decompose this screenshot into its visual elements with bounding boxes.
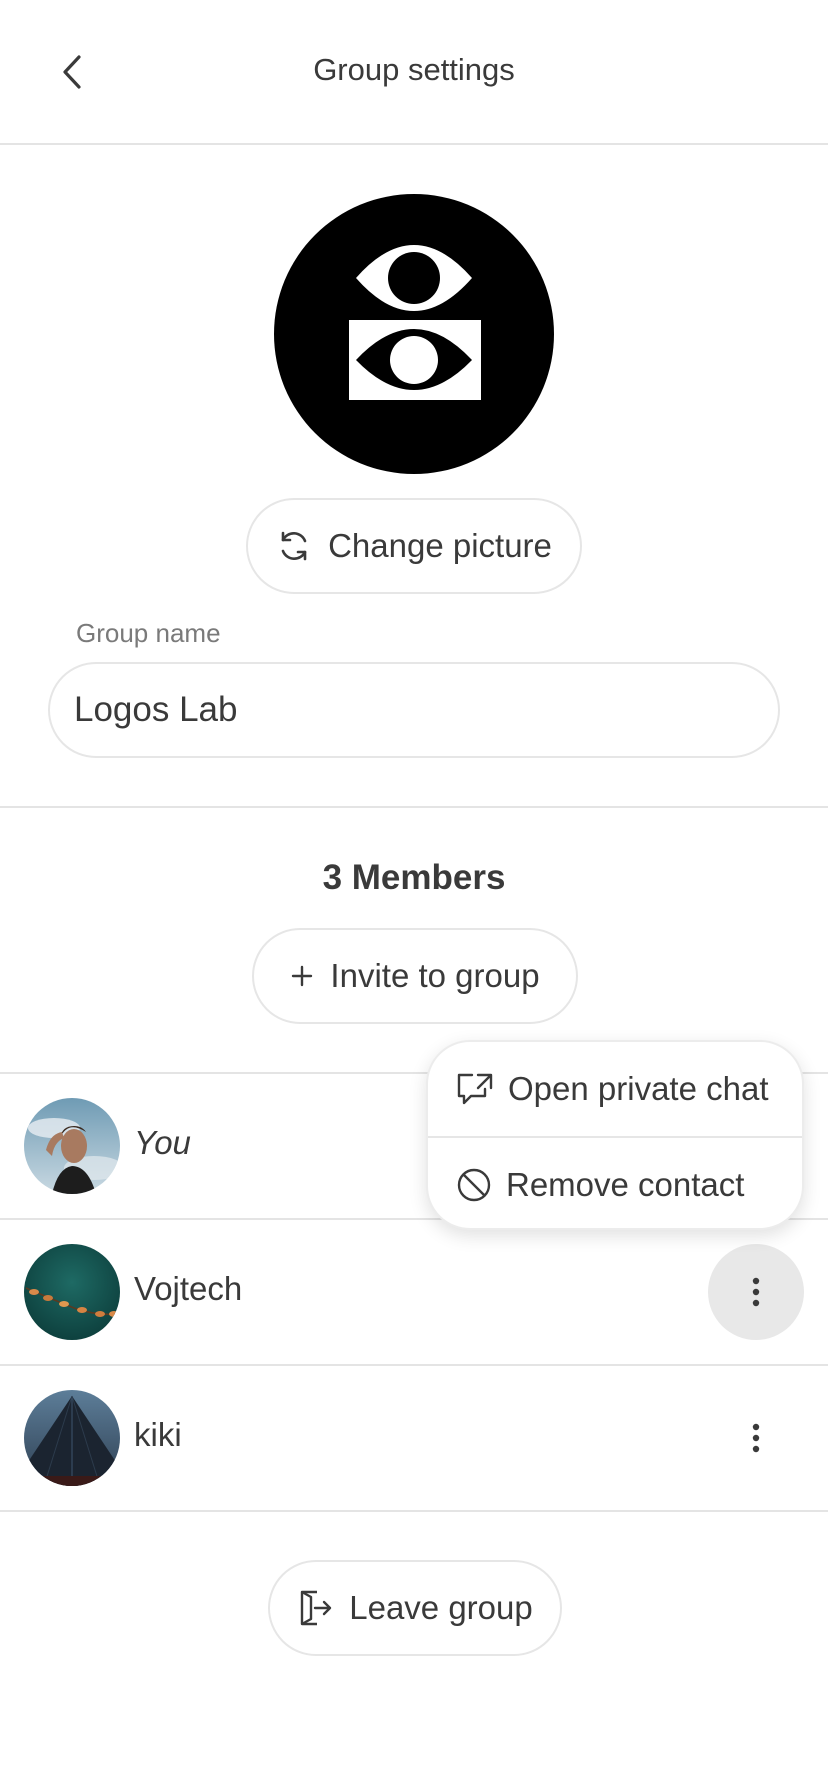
member-options-button[interactable]	[708, 1244, 804, 1340]
member-name: Vojtech	[134, 1270, 243, 1307]
avatar-photo-kiki	[24, 1390, 120, 1486]
avatar	[24, 1390, 120, 1486]
avatar-photo-you	[24, 1098, 120, 1194]
block-icon	[457, 1168, 491, 1202]
divider	[0, 806, 828, 808]
page-title: Group settings	[313, 52, 515, 87]
more-vertical-icon	[752, 1277, 760, 1307]
invite-label: Invite to group	[330, 957, 540, 994]
refresh-icon	[281, 531, 307, 561]
member-context-menu: Open private chat Remove contact	[426, 1040, 804, 1230]
more-vertical-icon	[752, 1423, 760, 1453]
change-picture-button[interactable]: Change picture	[246, 498, 582, 594]
avatar	[24, 1244, 120, 1340]
leave-group-label: Leave group	[349, 1589, 533, 1626]
change-picture-label: Change picture	[328, 527, 552, 564]
avatar	[24, 1098, 120, 1194]
group-name-input[interactable]	[48, 662, 780, 758]
header: Group settings	[0, 0, 828, 145]
member-name: kiki	[134, 1416, 182, 1453]
member-name: You	[134, 1124, 191, 1161]
group-name-label: Group name	[76, 618, 221, 648]
plus-icon	[292, 965, 313, 987]
member-row-vojtech[interactable]: Vojtech	[0, 1218, 828, 1364]
menu-item-open-private-chat[interactable]: Open private chat	[428, 1042, 802, 1136]
menu-item-label: Remove contact	[506, 1166, 745, 1203]
avatar-photo-vojtech	[24, 1244, 120, 1340]
group-settings-screen: Group settings Change picture Group name…	[0, 0, 828, 1792]
menu-item-remove-contact[interactable]: Remove contact	[428, 1138, 802, 1232]
logos-eyes-logo	[349, 245, 481, 400]
members-count-title: 3 Members	[322, 858, 506, 897]
member-row-kiki[interactable]: kiki	[0, 1364, 828, 1510]
menu-item-label: Open private chat	[508, 1070, 769, 1107]
member-options-button[interactable]	[708, 1390, 804, 1486]
group-picture	[274, 194, 554, 474]
exit-door-icon	[301, 1590, 332, 1626]
invite-to-group-button[interactable]: Invite to group	[252, 928, 578, 1024]
divider	[0, 1510, 828, 1512]
external-chat-icon	[457, 1073, 493, 1105]
leave-group-button[interactable]: Leave group	[268, 1560, 562, 1656]
